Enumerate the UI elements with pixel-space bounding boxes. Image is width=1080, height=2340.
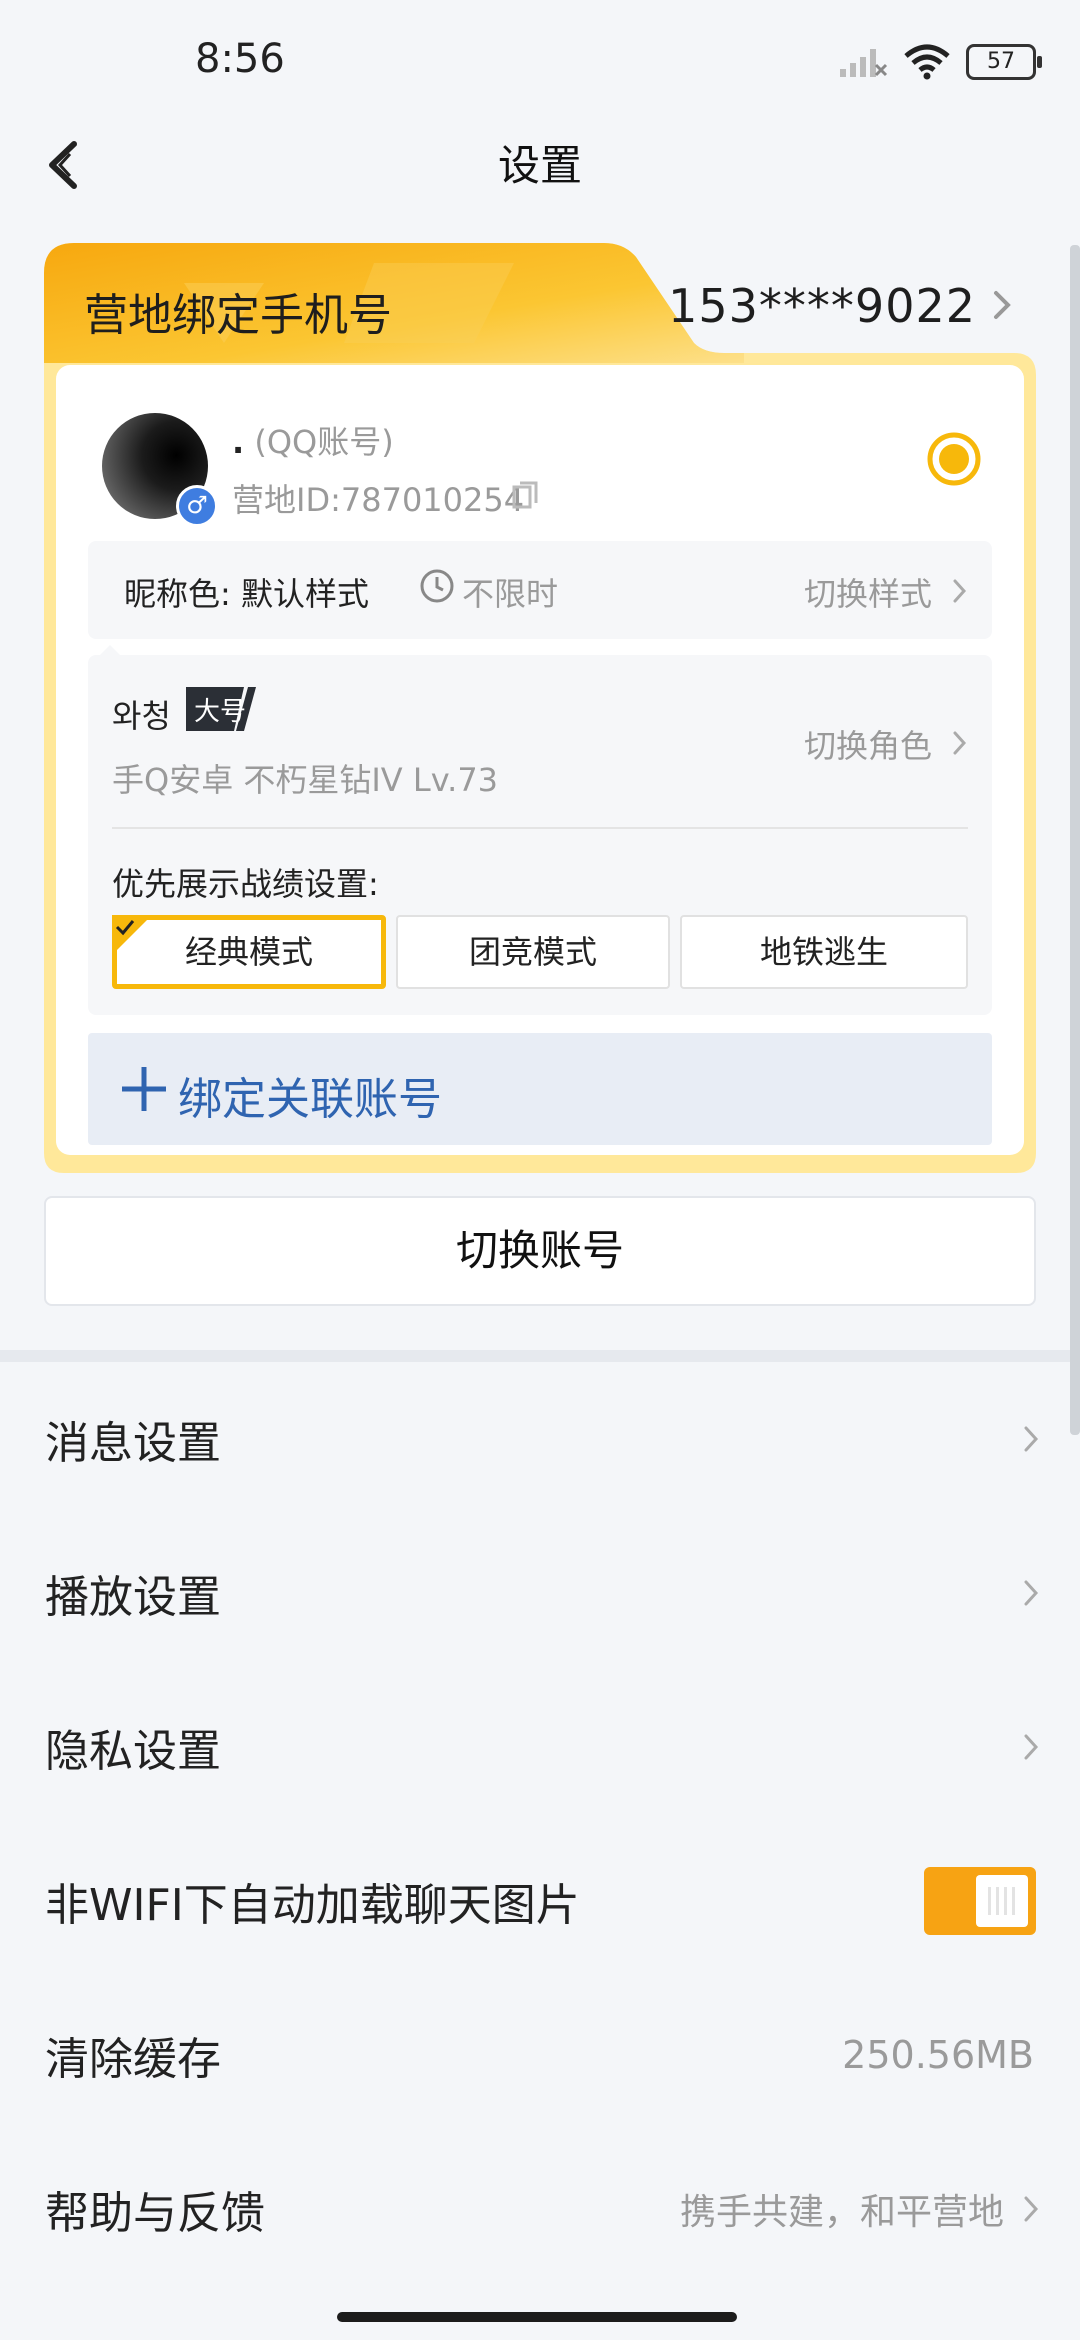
status-icons: 57 bbox=[838, 40, 1042, 84]
mode-metro-button[interactable]: 地铁逃生 bbox=[680, 915, 968, 989]
mode-classic-button[interactable]: 经典模式 bbox=[112, 915, 386, 989]
privacy-settings-item[interactable]: 隐私设置 bbox=[0, 1670, 1080, 1824]
camp-id: 营地ID:787010254 bbox=[232, 481, 525, 519]
divider bbox=[112, 827, 968, 829]
battery-icon: 57 bbox=[966, 44, 1042, 80]
chevron-right-icon bbox=[953, 579, 967, 603]
duration-label: 不限时 bbox=[462, 575, 559, 613]
badge-label: 大号 bbox=[194, 697, 247, 727]
game-role-section: 와청 大号 手Q安卓 不朽星钻IV Lv.73 切换角色 优先展示战绩设置: 经… bbox=[88, 655, 992, 1015]
preferred-record-label: 优先展示战绩设置: bbox=[112, 865, 379, 903]
menu-label: 非WIFI下自动加载聊天图片 bbox=[45, 1880, 580, 1931]
account-card: 营地绑定手机号 153****9022 ♂ . (QQ账号) 营地ID:7870… bbox=[44, 243, 1036, 1173]
help-slogan: 携手共建，和平营地 bbox=[679, 2192, 1004, 2233]
clear-cache-item[interactable]: 清除缓存 250.56MB bbox=[0, 1978, 1080, 2132]
selected-radio-icon[interactable] bbox=[926, 431, 982, 487]
chevron-right-icon bbox=[994, 291, 1011, 319]
playback-settings-item[interactable]: 播放设置 bbox=[0, 1516, 1080, 1670]
role-details: 手Q安卓 不朽星钻IV Lv.73 bbox=[112, 761, 499, 799]
auto-load-images-item: 非WIFI下自动加载聊天图片 bbox=[0, 1824, 1080, 1978]
menu-label: 帮助与反馈 bbox=[45, 2188, 265, 2239]
copy-icon[interactable] bbox=[510, 479, 540, 513]
chevron-right-icon bbox=[953, 731, 967, 755]
account-type: (QQ账号) bbox=[254, 423, 394, 461]
cache-size: 250.56MB bbox=[842, 2033, 1034, 2077]
account-detail-panel: ♂ . (QQ账号) 营地ID:787010254 昵称色: 默认样式 不限时 … bbox=[56, 365, 1024, 1155]
home-indicator[interactable] bbox=[337, 2312, 737, 2322]
chevron-right-icon bbox=[1024, 1426, 1039, 1452]
signal-icon bbox=[840, 49, 888, 77]
menu-label: 播放设置 bbox=[45, 1572, 221, 1623]
chevron-right-icon bbox=[1024, 1580, 1039, 1606]
bound-phone-label: 营地绑定手机号 bbox=[84, 290, 392, 341]
switch-account-button[interactable]: 切换账号 bbox=[44, 1196, 1036, 1306]
main-account-badge: 大号 bbox=[186, 687, 256, 731]
bind-linked-account-button[interactable]: 绑定关联账号 bbox=[88, 1033, 992, 1145]
bind-linked-account-label: 绑定关联账号 bbox=[178, 1074, 442, 1125]
plus-icon bbox=[122, 1067, 166, 1111]
menu-label: 隐私设置 bbox=[45, 1726, 221, 1777]
bound-phone-value[interactable]: 153****9022 bbox=[668, 279, 976, 333]
switch-role-link[interactable]: 切换角色 bbox=[804, 721, 932, 767]
nickname-color-row[interactable]: 昵称色: 默认样式 不限时 切换样式 bbox=[88, 541, 992, 639]
toggle-grip-icon bbox=[988, 1887, 1018, 1915]
role-name: 와청 bbox=[112, 697, 171, 735]
auto-load-toggle[interactable] bbox=[924, 1867, 1036, 1935]
nickname-color-label: 昵称色: 默认样式 bbox=[124, 575, 369, 613]
section-divider bbox=[0, 1350, 1080, 1362]
scrollbar[interactable] bbox=[1070, 245, 1080, 1435]
male-gender-icon: ♂ bbox=[176, 485, 218, 527]
clock-icon bbox=[420, 569, 454, 603]
menu-label: 清除缓存 bbox=[45, 2034, 221, 2085]
nickname: . (QQ账号) bbox=[232, 417, 394, 463]
message-settings-item[interactable]: 消息设置 bbox=[0, 1362, 1080, 1516]
menu-label: 消息设置 bbox=[45, 1418, 221, 1469]
nickname-text: . bbox=[232, 423, 245, 461]
switch-style-link[interactable]: 切换样式 bbox=[804, 569, 932, 615]
page-title: 设置 bbox=[497, 141, 582, 190]
help-feedback-item[interactable]: 帮助与反馈 携手共建，和平营地 bbox=[0, 2132, 1080, 2286]
mode-team-button[interactable]: 团竞模式 bbox=[396, 915, 670, 989]
chevron-right-icon bbox=[1024, 1734, 1039, 1760]
status-time: 8:56 bbox=[195, 36, 285, 82]
wifi-icon bbox=[904, 44, 950, 80]
checkmark-icon bbox=[112, 915, 152, 955]
chevron-right-icon bbox=[1024, 2196, 1039, 2222]
